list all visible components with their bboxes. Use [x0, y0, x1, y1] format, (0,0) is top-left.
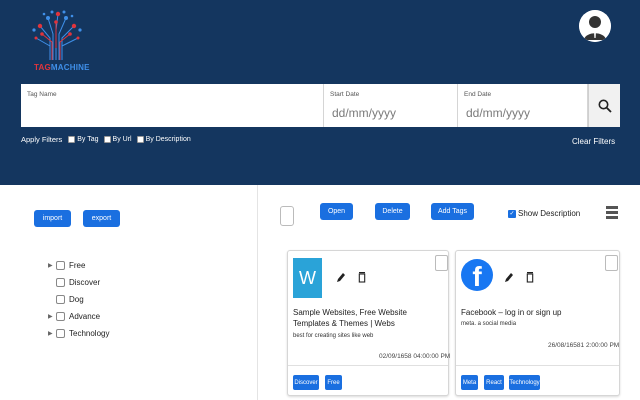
facebook-letter: f: [472, 261, 482, 291]
open-button[interactable]: Open: [320, 203, 353, 220]
filter-by-description-label: By Description: [145, 135, 191, 143]
tag-chip[interactable]: Meta: [461, 375, 478, 390]
filter-by-url-checkbox[interactable]: [103, 135, 111, 143]
tree-item-label: Technology: [69, 328, 110, 338]
card-date: 26/08/16581 2:00:00 PM: [548, 342, 620, 349]
tagmachine-logo[interactable]: TAGMACHINE: [28, 8, 90, 74]
tag-chip[interactable]: Discover: [293, 375, 319, 390]
search-button[interactable]: [588, 84, 620, 127]
logo-text-machine: MACHINE: [50, 63, 90, 72]
hamburger-menu-icon[interactable]: [606, 206, 618, 222]
card-divider: [288, 365, 448, 366]
expand-arrow-icon[interactable]: ▶: [48, 313, 56, 320]
card-description: meta. a social media: [461, 321, 517, 327]
tree-item-discover[interactable]: Discover: [48, 276, 100, 288]
card-title[interactable]: Sample Websites, Free Website Templates …: [293, 307, 443, 329]
import-button[interactable]: import: [34, 210, 71, 227]
filter-by-tag[interactable]: By Tag: [68, 135, 99, 143]
filter-by-description[interactable]: By Description: [136, 135, 191, 143]
show-description-toggle[interactable]: ✓ Show Description: [508, 209, 580, 218]
logo-text-tag: TAG: [34, 63, 51, 72]
user-avatar-icon: [579, 10, 611, 42]
tree-item-free[interactable]: ▶ Free: [48, 259, 85, 271]
tag-chip[interactable]: React: [484, 375, 504, 390]
edit-pencil-icon[interactable]: [504, 271, 514, 283]
select-all-checkbox[interactable]: [280, 206, 294, 226]
card-title[interactable]: Facebook – log in or sign up: [461, 307, 616, 318]
logo-text: TAGMACHINE: [34, 63, 90, 72]
card-description: best for creating sites like web: [293, 333, 374, 339]
tree-checkbox[interactable]: [56, 311, 65, 321]
app-header: TAGMACHINE Tag Name Start Date dd/mm/yyy…: [0, 0, 640, 185]
filter-by-description-checkbox[interactable]: [136, 135, 144, 143]
start-date-label: Start Date: [330, 91, 360, 98]
add-tags-button[interactable]: Add Tags: [431, 203, 474, 220]
card-select-checkbox[interactable]: [605, 255, 618, 271]
tree-item-technology[interactable]: ▶ Technology: [48, 327, 109, 339]
apply-filters-label: Apply Filters: [21, 134, 63, 144]
tree-checkbox[interactable]: [56, 294, 65, 304]
card-divider: [456, 365, 619, 366]
show-description-label: Show Description: [518, 209, 581, 218]
filters-row: Apply Filters By Tag By Url By Descripti…: [21, 133, 196, 145]
tree-checkbox[interactable]: [56, 260, 65, 270]
filter-by-tag-checkbox[interactable]: [68, 135, 76, 143]
start-date-input[interactable]: dd/mm/yyyy: [332, 106, 396, 120]
card-select-checkbox[interactable]: [435, 255, 448, 271]
search-icon: [598, 99, 612, 113]
clear-filters-link[interactable]: Clear Filters: [572, 137, 615, 146]
end-date-field[interactable]: End Date dd/mm/yyyy: [458, 84, 588, 127]
tree-item-label: Dog: [69, 294, 84, 304]
wordpress-icon: W: [293, 258, 322, 298]
link-card[interactable]: W Sample Websites, Free Website Template…: [287, 250, 451, 396]
tree-checkbox[interactable]: [56, 328, 65, 338]
tree-item-label: Free: [69, 260, 86, 270]
tree-item-label: Discover: [69, 277, 101, 287]
filter-by-tag-label: By Tag: [77, 135, 99, 143]
expand-arrow-icon[interactable]: ▶: [48, 330, 56, 337]
search-bar: Tag Name Start Date dd/mm/yyyy End Date …: [21, 84, 620, 127]
start-date-field[interactable]: Start Date dd/mm/yyyy: [324, 84, 458, 127]
link-card[interactable]: f Facebook – log in or sign up meta. a s…: [455, 250, 620, 396]
tag-chip[interactable]: Technology: [509, 375, 540, 390]
tree-checkbox[interactable]: [56, 277, 65, 287]
filter-by-url-label: By Url: [112, 135, 132, 143]
tree-item-advance[interactable]: ▶ Advance: [48, 310, 100, 322]
delete-button[interactable]: Delete: [375, 203, 410, 220]
trash-icon[interactable]: [357, 271, 367, 283]
logo-tree-icon: [32, 10, 82, 60]
tag-chip[interactable]: Free: [325, 375, 342, 390]
card-date: 02/09/1658 04:00:00 PM: [379, 353, 451, 360]
tree-item-dog[interactable]: Dog: [48, 293, 84, 305]
tag-name-field[interactable]: Tag Name: [21, 84, 324, 127]
user-avatar[interactable]: [579, 10, 611, 42]
export-button[interactable]: export: [83, 210, 120, 227]
expand-arrow-icon[interactable]: ▶: [48, 262, 56, 269]
end-date-label: End Date: [464, 91, 492, 98]
edit-pencil-icon[interactable]: [336, 271, 346, 283]
tree-item-label: Advance: [69, 311, 101, 321]
filter-by-url[interactable]: By Url: [103, 135, 132, 143]
end-date-input[interactable]: dd/mm/yyyy: [466, 106, 530, 120]
trash-icon[interactable]: [525, 271, 535, 283]
show-description-checkbox[interactable]: ✓: [508, 209, 516, 218]
tag-name-label: Tag Name: [27, 91, 57, 98]
